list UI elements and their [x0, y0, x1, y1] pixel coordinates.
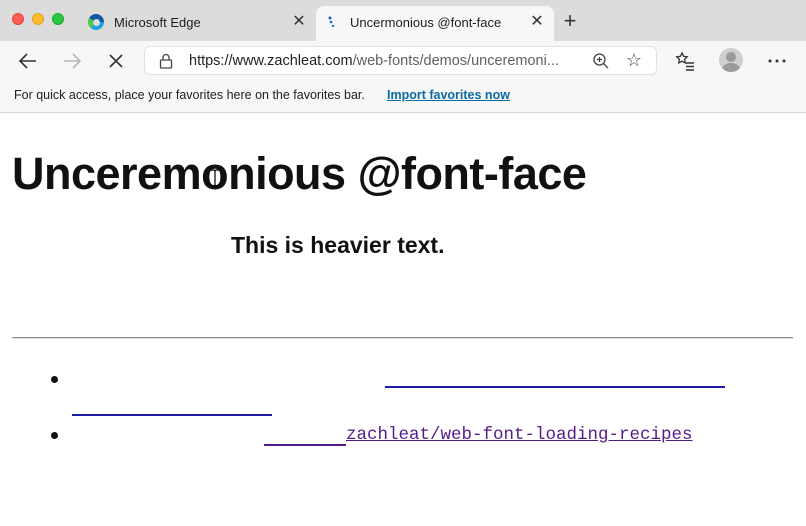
tab-title: Uncermonious @font-face — [350, 15, 502, 30]
tab-strip: Microsoft Edge ✕ Uncermonious @font-face… — [0, 0, 806, 41]
web-page: Unceremonious @font-face This is heavier… — [0, 114, 806, 526]
tab-close-icon[interactable]: ✕ — [528, 13, 546, 31]
favorites-bar-message: For quick access, place your favorites h… — [14, 88, 365, 102]
web-font-loading-recipes-link[interactable]: zachleat/web-font-loading-recipes — [346, 425, 693, 445]
tab-close-icon[interactable]: ✕ — [290, 13, 308, 31]
profile-avatar[interactable] — [719, 48, 743, 72]
zoom-in-icon[interactable] — [592, 52, 610, 70]
link-underline[interactable] — [264, 444, 346, 446]
address-bar[interactable]: https://www.zachleat.com/web-fonts/demos… — [144, 46, 657, 75]
text-cursor-icon — [211, 169, 219, 187]
loading-spinner-icon — [328, 16, 335, 28]
stop-loading-icon[interactable] — [104, 49, 128, 73]
new-tab-plus-icon[interactable]: + — [560, 10, 580, 32]
tab-uncermonious[interactable]: Uncermonious @font-face ✕ — [316, 6, 554, 41]
page-title: Unceremonious @font-face — [12, 148, 587, 199]
back-arrow-icon[interactable] — [16, 49, 40, 73]
url-path: /web-fonts/demos/unceremoni... — [352, 53, 559, 69]
heavier-text: This is heavier text. — [231, 232, 445, 258]
link-underline[interactable] — [385, 386, 725, 388]
url-text[interactable]: https://www.zachleat.com/web-fonts/demos… — [189, 53, 581, 69]
favorites-bar: For quick access, place your favorites h… — [0, 80, 806, 113]
more-options-icon[interactable] — [765, 49, 789, 73]
edge-logo-icon — [88, 14, 104, 30]
tab-title: Microsoft Edge — [114, 15, 201, 30]
favorites-list-icon[interactable] — [673, 49, 697, 73]
lock-icon[interactable] — [159, 53, 173, 69]
tab-microsoft-edge[interactable]: Microsoft Edge ✕ — [80, 6, 316, 41]
list-bullet — [51, 376, 58, 383]
add-favorite-star-icon[interactable]: ☆ — [624, 49, 644, 71]
horizontal-rule — [12, 337, 793, 339]
window-minimize-button[interactable] — [32, 13, 44, 25]
link-underline[interactable] — [72, 414, 272, 416]
import-favorites-link[interactable]: Import favorites now — [387, 88, 510, 102]
forward-arrow-icon[interactable] — [60, 49, 84, 73]
window-close-button[interactable] — [12, 13, 24, 25]
list-bullet — [51, 432, 58, 439]
window-zoom-button[interactable] — [52, 13, 64, 25]
browser-toolbar: https://www.zachleat.com/web-fonts/demos… — [0, 41, 806, 80]
url-host: https://www.zachleat.com — [189, 53, 353, 69]
